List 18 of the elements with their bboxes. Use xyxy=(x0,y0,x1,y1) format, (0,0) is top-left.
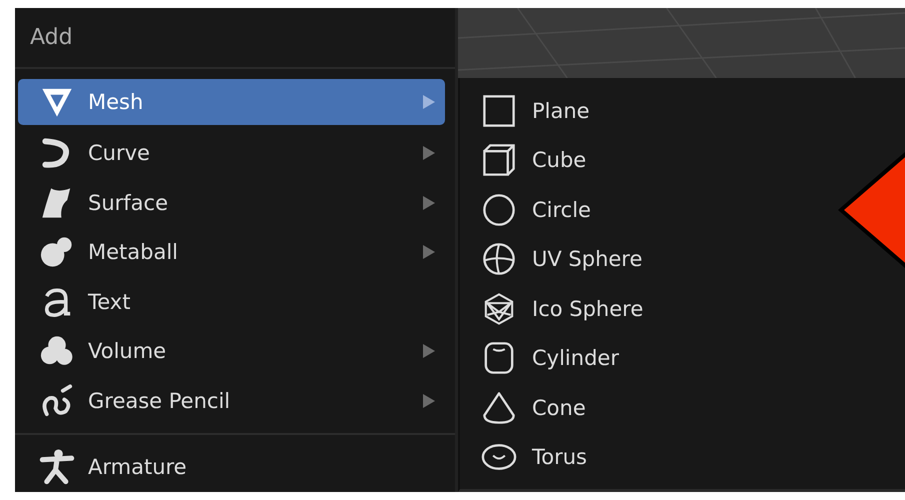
menu-item[interactable]: Torus xyxy=(480,432,595,482)
menu-item[interactable]: Grease Pencil xyxy=(18,376,445,426)
menu-title: Add xyxy=(15,8,455,69)
menu-item[interactable]: Cube xyxy=(480,136,594,185)
menu-item[interactable]: Circle xyxy=(480,185,599,234)
menu-item[interactable]: Curve xyxy=(18,128,445,178)
menu-item[interactable]: Cylinder xyxy=(480,334,627,383)
figure-icon xyxy=(38,448,76,486)
menu-item[interactable]: Metaball xyxy=(18,228,445,277)
menu-item[interactable]: Text xyxy=(18,277,445,326)
menu-item[interactable]: UV Sphere xyxy=(480,234,650,284)
menu-item[interactable]: Volume xyxy=(18,326,445,376)
menu-item[interactable]: Plane xyxy=(480,86,598,136)
menu-item[interactable]: Ico Sphere xyxy=(480,284,652,334)
menu-item[interactable]: Surface xyxy=(18,178,445,228)
menu-item[interactable]: Mesh xyxy=(18,79,445,125)
menu-item[interactable]: Cone xyxy=(480,383,594,432)
menu-item[interactable]: Armature xyxy=(18,442,445,492)
